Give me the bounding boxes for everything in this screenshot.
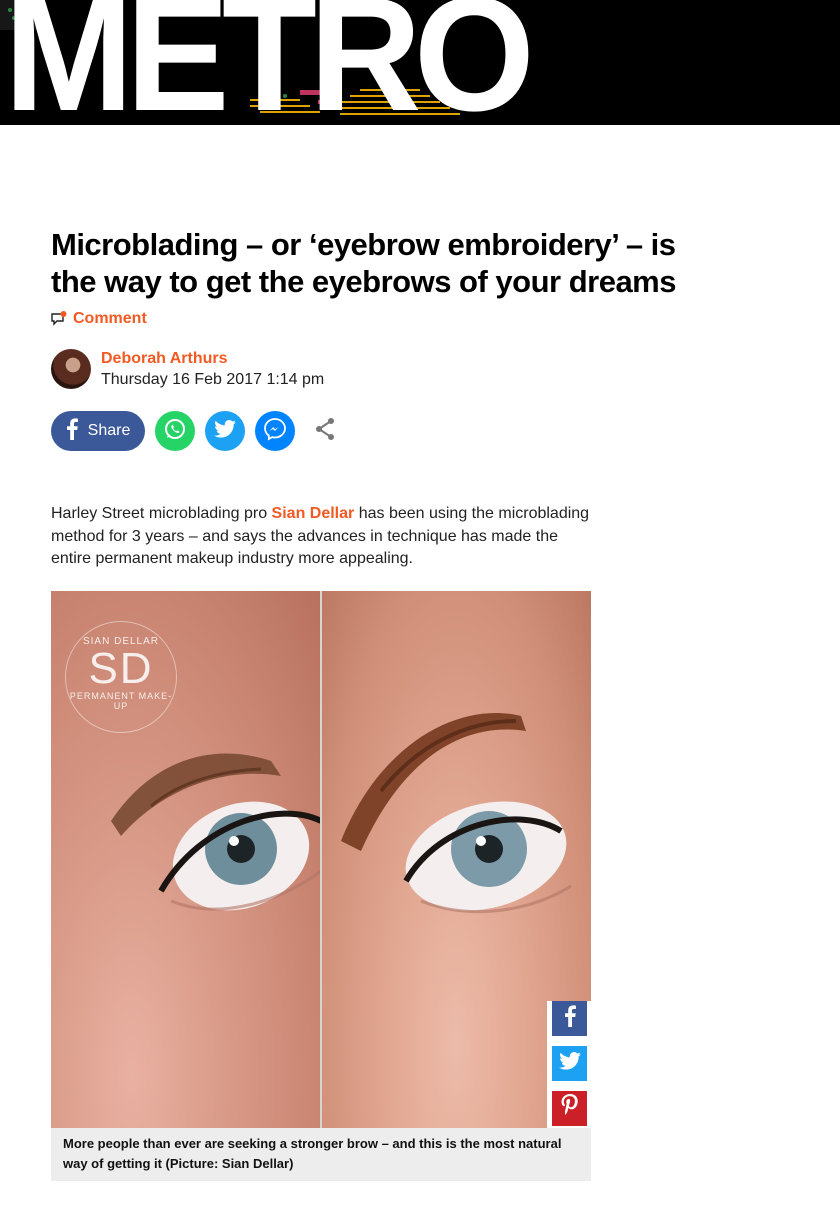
figure-caption: More people than ever are seeking a stro…	[63, 1136, 562, 1171]
paragraph-text-before: Harley Street microblading pro	[51, 505, 272, 522]
article-paragraph: Harley Street microblading pro Sian Dell…	[51, 503, 596, 571]
photo-divider	[320, 591, 322, 1128]
messenger-share-button[interactable]	[255, 411, 295, 451]
twitter-icon	[214, 419, 236, 443]
whatsapp-icon	[163, 417, 187, 446]
image-twitter-button[interactable]	[552, 1046, 587, 1081]
whatsapp-share-button[interactable]	[155, 411, 195, 451]
logo-text: METRO	[4, 0, 535, 125]
byline: Deborah Arthurs Thursday 16 Feb 2017 1:1…	[51, 349, 324, 391]
facebook-share-button[interactable]: Share	[51, 411, 145, 451]
masthead: METRO	[0, 0, 840, 125]
more-share-button[interactable]	[305, 411, 345, 451]
share-label: Share	[87, 422, 131, 439]
byline-text: Deborah Arthurs Thursday 16 Feb 2017 1:1…	[101, 349, 324, 391]
metro-logo[interactable]: METRO	[0, 0, 535, 125]
before-after-photo[interactable]: SIAN DELLAR SD PERMANENT MAKE-UP	[51, 591, 591, 1128]
image-pinterest-button[interactable]	[552, 1091, 587, 1126]
share-bar: Share	[51, 411, 345, 451]
twitter-icon	[558, 1052, 581, 1075]
photo-before: SIAN DELLAR SD PERMANENT MAKE-UP	[51, 591, 321, 1128]
facebook-icon	[564, 1005, 576, 1032]
share-icon	[314, 417, 336, 446]
comment-link[interactable]: Comment	[51, 310, 147, 328]
image-facebook-button[interactable]	[552, 1001, 587, 1036]
sd-watermark: SIAN DELLAR SD PERMANENT MAKE-UP	[65, 621, 177, 733]
publish-date: Thursday 16 Feb 2017 1:14 pm	[101, 371, 325, 388]
watermark-logo-text: SD	[88, 644, 154, 693]
author-avatar[interactable]	[51, 349, 91, 389]
sian-dellar-link[interactable]: Sian Dellar	[272, 505, 355, 522]
comment-icon	[51, 311, 67, 327]
facebook-icon	[66, 417, 78, 445]
twitter-share-button[interactable]	[205, 411, 245, 451]
messenger-icon	[263, 417, 287, 446]
image-share-bar	[547, 1001, 591, 1128]
comment-label: Comment	[73, 310, 147, 327]
pinterest-icon	[561, 1094, 579, 1123]
author-name[interactable]: Deborah Arthurs	[101, 349, 324, 369]
article-title: Microblading – or ‘eyebrow embroidery’ –…	[51, 227, 677, 299]
watermark-bottom-text: PERMANENT MAKE-UP	[69, 691, 173, 711]
article-figure: SIAN DELLAR SD PERMANENT MAKE-UP More pe…	[51, 591, 591, 1181]
